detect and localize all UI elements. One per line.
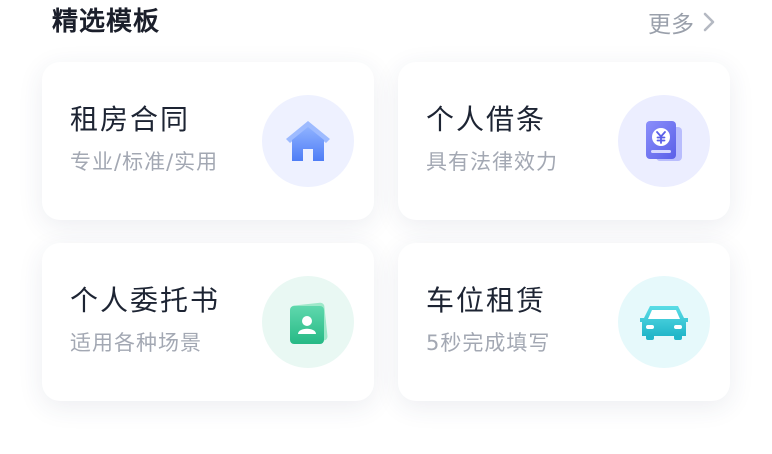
card-subtitle: 具有法律效力	[426, 150, 558, 174]
card-subtitle: 5秒完成填写	[426, 331, 551, 355]
house-icon	[262, 95, 354, 187]
person-card-icon	[262, 276, 354, 368]
card-title: 个人借条	[426, 103, 547, 136]
template-section: 精选模板 更多 租房合同 专业/标准/实用 个人借条 具有法律效力 个人委托书 …	[0, 0, 772, 454]
section-title: 精选模板	[52, 7, 161, 37]
card-title: 个人委托书	[70, 284, 221, 317]
chevron-right-icon	[703, 12, 715, 32]
more-label: 更多	[648, 12, 694, 38]
card-title: 租房合同	[70, 103, 191, 136]
card-title: 车位租赁	[426, 284, 547, 317]
template-card-parking-lease[interactable]: 车位租赁 5秒完成填写	[398, 243, 730, 401]
template-card-power-of-attorney[interactable]: 个人委托书 适用各种场景	[42, 243, 374, 401]
yuan-note-icon	[618, 95, 710, 187]
card-subtitle: 专业/标准/实用	[70, 150, 219, 174]
more-link[interactable]: 更多	[648, 4, 716, 40]
card-subtitle: 适用各种场景	[70, 331, 202, 355]
template-card-iou[interactable]: 个人借条 具有法律效力	[398, 62, 730, 220]
car-icon	[618, 276, 710, 368]
template-card-rental-contract[interactable]: 租房合同 专业/标准/实用	[42, 62, 374, 220]
